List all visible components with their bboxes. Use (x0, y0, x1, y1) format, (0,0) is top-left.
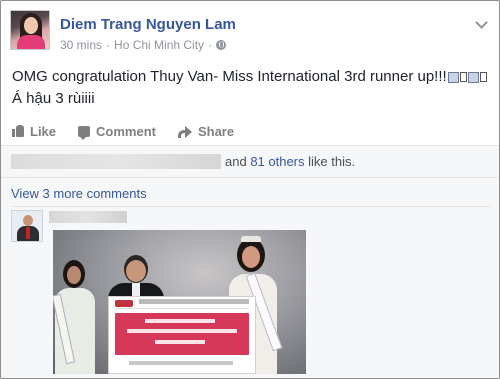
emoji-placeholder-icon (479, 72, 487, 82)
likes-text: and 81 others like this. (225, 154, 355, 169)
chevron-down-icon[interactable] (475, 16, 488, 29)
share-button[interactable]: Share (177, 123, 235, 139)
commenter-head (23, 215, 33, 226)
comment-button[interactable]: Comment (78, 123, 156, 140)
view-more-comments-link[interactable]: View 3 more comments (11, 186, 147, 201)
face (242, 246, 260, 268)
crown (241, 236, 261, 242)
photo-contestant-left (53, 260, 95, 374)
board-red-panel (115, 313, 249, 355)
post-header: Diem Trang Nguyen Lam 30 mins · Ho Chi M… (10, 10, 490, 56)
author-avatar[interactable] (10, 10, 50, 50)
post-actions: Like Comment Share (12, 120, 492, 142)
post-text-2: Á hậu 3 rùiiii (12, 90, 95, 107)
board-footer-text (129, 361, 233, 365)
like-label: Like (30, 123, 57, 139)
comment-photo[interactable] (53, 230, 306, 374)
share-icon (177, 125, 192, 138)
face (126, 260, 146, 282)
likes-prefix: and (225, 154, 251, 169)
globe-icon[interactable] (216, 40, 227, 50)
panel-text-line (155, 340, 205, 344)
avatar-dress (17, 35, 45, 49)
panel-text-line (145, 319, 215, 323)
commenter-avatar[interactable] (11, 210, 43, 242)
panel-text-line (127, 329, 237, 333)
board-title-text (139, 299, 249, 304)
post-card: Diem Trang Nguyen Lam 30 mins · Ho Chi M… (0, 0, 500, 379)
award-board (108, 296, 256, 374)
likes-suffix: like this. (304, 154, 356, 169)
author-name[interactable]: Diem Trang Nguyen Lam (60, 16, 236, 33)
post-meta: 30 mins · Ho Chi Minh City · (60, 38, 227, 52)
post-text-line-2: Á hậu 3 rùiiii (12, 88, 492, 110)
share-label: Share (197, 123, 235, 139)
meta-separator-2: · (208, 38, 213, 52)
likes-summary: and 81 others like this. (1, 146, 499, 178)
face (67, 266, 81, 284)
emoji-icon (467, 71, 479, 83)
meta-separator: · (106, 38, 111, 52)
board-logo (115, 300, 133, 307)
like-button[interactable]: Like (12, 124, 56, 139)
post-text-line-1: OMG congratulation Thuy Van- Miss Intern… (12, 66, 492, 88)
emoji-icon (447, 71, 459, 83)
blurred-commenter-name[interactable] (49, 211, 127, 223)
commenter-tie (26, 227, 30, 239)
comment-icon (78, 125, 91, 140)
avatar-face (24, 17, 38, 34)
post-time[interactable]: 30 mins (60, 38, 102, 52)
comment-divider (11, 206, 491, 207)
thumbs-up-icon (12, 125, 24, 137)
post-location[interactable]: Ho Chi Minh City (114, 38, 204, 52)
emoji-placeholder-icon (459, 72, 467, 82)
blurred-liker-names (11, 154, 221, 169)
post-body: OMG congratulation Thuy Van- Miss Intern… (12, 66, 492, 110)
comment-label: Comment (96, 123, 156, 139)
others-link[interactable]: 81 others (250, 154, 304, 169)
post-text-1: OMG congratulation Thuy Van- Miss Intern… (12, 68, 447, 85)
